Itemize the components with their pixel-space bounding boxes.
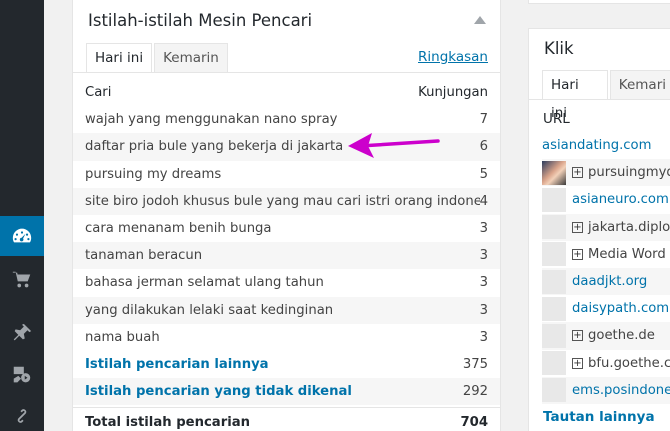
list-item: ems.posindone: [542, 376, 670, 404]
summary-link[interactable]: Ringkasan: [418, 49, 488, 65]
favicon-icon: [542, 378, 566, 403]
table-row: nama buah 3: [73, 324, 500, 351]
table-row: yang dilakukan lelaki saat kedinginan 3: [73, 296, 500, 324]
annotation-arrow-icon: [348, 133, 440, 158]
other-terms-row: Istilah pencarian lainnya 375: [73, 351, 500, 378]
tab-clicks-today[interactable]: Hari ini: [542, 70, 608, 121]
total-label: Total istilah pencarian: [85, 415, 251, 431]
admin-sidebar: [0, 0, 44, 431]
search-term: site biro jodoh khusus bule yang mau car…: [85, 193, 480, 209]
clicks-tab-divider: [529, 99, 670, 100]
url-link[interactable]: daadjkt.org: [572, 274, 647, 289]
table-row: bahasa jerman selamat ulang tahun 3: [73, 269, 500, 296]
favicon-icon: [542, 296, 566, 321]
total-row: Total istilah pencarian 704: [73, 407, 500, 431]
unknown-terms-visits: 292: [462, 384, 488, 400]
clicks-title: Klik: [544, 39, 574, 58]
pin-icon[interactable]: [0, 313, 44, 353]
url-group-label[interactable]: goethe.de: [588, 328, 655, 343]
url-column-header: URL: [543, 111, 570, 127]
tab-today[interactable]: Hari ini: [86, 43, 153, 73]
search-term: yang dilakukan lelaki saat kedinginan: [85, 302, 334, 318]
search-term: wajah yang menggunakan nano spray: [85, 112, 338, 128]
cart-icon[interactable]: [0, 260, 44, 300]
search-term: cara menanam benih bunga: [85, 221, 272, 237]
expand-icon[interactable]: +: [572, 221, 583, 233]
search-term: nama buah: [85, 329, 160, 345]
total-visits: 704: [460, 415, 488, 431]
visit-count: 3: [479, 221, 488, 237]
visit-count: 3: [479, 248, 488, 264]
list-item: + bfu.goethe.c: [542, 350, 670, 377]
list-item: asianeuro.com: [542, 186, 670, 213]
list-item: + pursuingmydr: [542, 159, 670, 187]
visit-count: 4: [479, 193, 488, 209]
url-group-label[interactable]: Media Word: [588, 247, 666, 262]
url-link[interactable]: asiandating.com: [542, 138, 651, 153]
visit-count: 5: [479, 166, 488, 182]
search-term: tanaman beracun: [85, 248, 203, 264]
favicon-icon: [542, 242, 566, 267]
unknown-terms-row: Istilah pencarian yang tidak dikenal 292: [73, 378, 500, 406]
favicon-icon: [542, 323, 566, 348]
visit-count: 6: [479, 139, 488, 155]
list-item: daadjkt.org: [542, 267, 670, 296]
media-icon[interactable]: [0, 355, 44, 395]
list-item: asiandating.com: [542, 132, 670, 159]
column-header-visits: Kunjungan: [418, 85, 488, 101]
other-terms-visits: 375: [462, 356, 488, 372]
search-terms-widget: Istilah-istilah Mesin Pencari Hari ini K…: [72, 0, 501, 431]
dashboard-icon[interactable]: [0, 216, 44, 256]
search-terms-tabs: Hari ini Kemarin: [86, 43, 230, 73]
table-row: tanaman beracun 3: [73, 242, 500, 270]
link-icon[interactable]: [0, 396, 44, 431]
table-header: Cari Kunjungan: [73, 79, 500, 106]
clicks-widget: Klik Hari ini Kemari URL asiandating.com…: [528, 28, 670, 431]
url-link[interactable]: daisypath.com: [572, 301, 669, 316]
list-item: + Media Word: [542, 241, 670, 268]
widget-title: Istilah-istilah Mesin Pencari: [88, 11, 313, 30]
favicon-icon: [542, 351, 566, 376]
more-links-link[interactable]: Tautan lainnya: [543, 409, 655, 425]
tab-clicks-yesterday[interactable]: Kemari: [609, 70, 670, 100]
visit-count: 3: [479, 302, 488, 318]
search-term: daftar pria bule yang bekerja di jakarta: [85, 139, 344, 155]
url-group-label[interactable]: pursuingmydr: [588, 165, 670, 180]
column-header-search: Cari: [85, 85, 112, 101]
search-term: bahasa jerman selamat ulang tahun: [85, 275, 324, 291]
url-link[interactable]: ems.posindone: [572, 383, 670, 398]
favicon-icon: [542, 269, 566, 294]
list-item: + jakarta.diplo: [542, 213, 670, 241]
table-row: site biro jodoh khusus bule yang mau car…: [73, 187, 500, 215]
expand-icon[interactable]: +: [572, 248, 583, 260]
expand-icon[interactable]: +: [572, 167, 583, 179]
tab-divider: [73, 72, 500, 73]
list-item: daisypath.com: [542, 295, 670, 322]
collapse-arrow-icon[interactable]: [474, 16, 486, 24]
avatar: [542, 160, 566, 185]
top-widget-edge: [528, 0, 670, 4]
tab-yesterday[interactable]: Kemarin: [154, 43, 228, 73]
visit-count: 7: [479, 112, 488, 128]
expand-icon[interactable]: +: [572, 330, 583, 342]
favicon-icon: [542, 215, 566, 240]
url-group-label[interactable]: bfu.goethe.c: [588, 356, 670, 371]
favicon-icon: [542, 187, 566, 212]
table-row: pursuing my dreams 5: [73, 161, 500, 188]
unknown-terms-link[interactable]: Istilah pencarian yang tidak dikenal: [85, 384, 352, 399]
url-link[interactable]: asianeuro.com: [572, 192, 669, 207]
url-list: asiandating.com + pursuingmydr asianeuro.co…: [542, 132, 670, 404]
list-item: + goethe.de: [542, 322, 670, 350]
clicks-tabs: Hari ini Kemari: [542, 70, 670, 121]
visit-count: 3: [479, 275, 488, 291]
visit-count: 3: [479, 329, 488, 345]
expand-icon[interactable]: +: [572, 357, 583, 369]
table-row: cara menanam benih bunga 3: [73, 215, 500, 242]
other-terms-link[interactable]: Istilah pencarian lainnya: [85, 357, 269, 372]
search-term: pursuing my dreams: [85, 166, 222, 182]
url-group-label[interactable]: jakarta.diplo: [588, 220, 670, 235]
